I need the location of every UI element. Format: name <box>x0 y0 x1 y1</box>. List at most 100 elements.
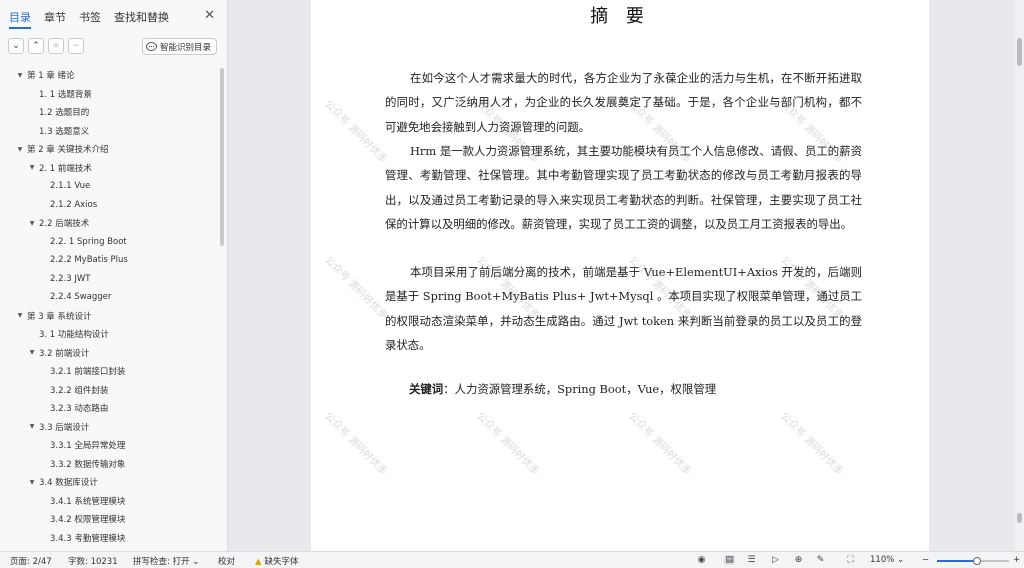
toc-item-label: 第 2 章 关键技术介绍 <box>27 145 109 156</box>
scrollbar-thumb[interactable] <box>1017 38 1022 66</box>
expand-all-button[interactable]: ⌃ <box>28 38 44 54</box>
toc-item[interactable]: ▼3.2.3 动态路由 <box>0 399 218 418</box>
smart-toc-button[interactable]: 智能识别目录 <box>141 38 217 55</box>
abstract-paragraph-2: Hrm 是一款人力资源管理系统，其主要功能模块有员工个人信息修改、请假、员工的薪… <box>385 144 862 231</box>
toc-item[interactable]: ▼3.2.1 前端接口封装 <box>0 362 218 381</box>
watermark-text: 公众号 源码好优多 <box>322 254 389 322</box>
word-count[interactable]: 字数: 10231 <box>68 555 118 567</box>
toc-item[interactable]: ▼2.2. 1 Spring Boot <box>0 233 218 252</box>
toc-item-label: 第 1 章 绪论 <box>27 71 75 82</box>
toc-item-label: 2.2. 1 Spring Boot <box>50 236 127 247</box>
watermark-text: 公众号 源码好优多 <box>778 410 845 478</box>
toc-item-label: 3.3.1 全局异常处理 <box>50 441 126 452</box>
toc-item-label: 1. 1 选题背景 <box>39 89 92 100</box>
page-view-icon[interactable]: ▤ <box>724 555 735 565</box>
toc-item[interactable]: ▼3.3.2 数据传输对象 <box>0 455 218 474</box>
watermark-text: 公众号 源码好优多 <box>322 410 389 478</box>
toc-item[interactable]: ▼ 第 1 章 绪论 <box>0 66 218 85</box>
web-view-icon[interactable]: ⊕ <box>793 555 804 565</box>
remove-heading-button[interactable]: − <box>68 38 84 54</box>
toc-item-label: 3.4 数据库设计 <box>39 478 98 489</box>
toc-list: ▼第 1 章 绪论▼1. 1 选题背景▼1.2 选题目的▼1.3 选题意义▼第 … <box>0 66 218 551</box>
document-scrollbar[interactable] <box>1015 0 1024 551</box>
toc-item[interactable]: ▼1. 1 选题背景 <box>0 85 218 104</box>
pen-icon[interactable]: ✎ <box>815 555 826 565</box>
toc-item[interactable]: ▼3.4.1 系统管理模块 <box>0 492 218 511</box>
watermark-text: 公众号 源码好优多 <box>322 98 389 166</box>
toc-item[interactable]: ▼2.1.1 Vue <box>0 177 218 196</box>
toc-item[interactable]: ▼3.3.1 全局异常处理 <box>0 436 218 455</box>
toc-item[interactable]: ▼ 3.2 前端设计 <box>0 344 218 363</box>
toc-item[interactable]: ▼ 第 3 章 系统设计 <box>0 307 218 326</box>
caret-down-icon[interactable]: ▼ <box>16 312 24 319</box>
toc-item-label: 2.2 后端技术 <box>39 219 90 230</box>
watermark-text: 公众号 源码好优多 <box>474 410 541 478</box>
caret-down-icon[interactable]: ▼ <box>16 72 24 79</box>
toc-item[interactable]: ▼ 2.2 后端技术 <box>0 214 218 233</box>
toc-item-label: 2. 1 前端技术 <box>39 163 92 174</box>
keywords-line: 关键词：人力资源管理系统，Spring Boot，Vue，权限管理 <box>409 377 716 401</box>
toc-item[interactable]: ▼ 2. 1 前端技术 <box>0 159 218 178</box>
toc-item[interactable]: ▼2.2.2 MyBatis Plus <box>0 251 218 270</box>
toc-item[interactable]: ▼1.3 选题意义 <box>0 122 218 141</box>
zoom-slider[interactable] <box>937 557 1009 565</box>
toc-item[interactable]: ▼2.2.4 Swagger <box>0 288 218 307</box>
caret-down-icon[interactable]: ▼ <box>28 479 36 486</box>
toc-item[interactable]: ▼3.4.2 权限管理模块 <box>0 510 218 529</box>
fit-page-icon[interactable]: ⛶ <box>845 555 856 565</box>
toc-item-label: 3.2.3 动态路由 <box>50 404 109 415</box>
toc-item-label: 2.2.2 MyBatis Plus <box>50 255 128 266</box>
outline-view-icon[interactable]: ☰ <box>746 555 757 565</box>
toc-item-label: 3.2 前端设计 <box>39 348 90 359</box>
missing-font-button[interactable]: ▲ 缺失字体 <box>255 555 299 567</box>
toc-item-label: 3.3 后端设计 <box>39 422 90 433</box>
caret-down-icon[interactable]: ▼ <box>16 146 24 153</box>
toc-toolbar: ⌄ ⌃ + − 智能识别目录 <box>0 32 227 60</box>
toc-item[interactable]: ▼ 3.4 数据库设计 <box>0 473 218 492</box>
toc-item-label: 1.3 选题意义 <box>39 126 90 137</box>
page-title: 摘 要 <box>590 6 650 27</box>
toc-item[interactable]: ▼3. 1 功能结构设计 <box>0 325 218 344</box>
toc-item[interactable]: ▼3.2.2 组件封装 <box>0 381 218 400</box>
caret-down-icon[interactable]: ▼ <box>28 220 36 227</box>
toc-item-label: 3.4.3 考勤管理模块 <box>50 533 126 544</box>
zoom-slider-thumb[interactable] <box>972 557 981 565</box>
caret-down-icon[interactable]: ▼ <box>28 423 36 430</box>
document-page[interactable]: 摘 要 在如今这个人才需求量大的时代，各方企业为了永葆企业的活力与生机，在不断开… <box>311 0 929 551</box>
toc-item-label: 3.4.1 系统管理模块 <box>50 496 126 507</box>
eye-icon[interactable]: ◉ <box>696 555 707 565</box>
zoom-in-button[interactable]: + <box>1013 555 1020 565</box>
zoom-level[interactable]: 110% ⌄ <box>870 555 904 565</box>
toc-item-label: 2.2.3 JWT <box>50 273 91 284</box>
toc-item[interactable]: ▼2.1.2 Axios <box>0 196 218 215</box>
abstract-paragraph-1: 在如今这个人才需求量大的时代，各方企业为了永葆企业的活力与生机，在不断开拓进取的… <box>385 71 862 134</box>
toc-scrollbar[interactable] <box>220 68 224 246</box>
toc-item[interactable]: ▼3.4.3 考勤管理模块 <box>0 529 218 548</box>
toc-item-label: 3.2.1 前端接口封装 <box>50 367 126 378</box>
proofread-button[interactable]: 校对 <box>218 555 235 567</box>
tab-find-replace[interactable]: 查找和替换 <box>114 1 169 31</box>
toc-item[interactable]: ▼2.2.3 JWT <box>0 270 218 289</box>
zoom-out-button[interactable]: − <box>922 555 929 565</box>
page-indicator[interactable]: 页面: 2/47 <box>10 555 52 567</box>
nav-tabs: 目录 章节 书签 查找和替换 ✕ <box>0 0 227 32</box>
close-icon[interactable]: ✕ <box>204 9 215 22</box>
play-icon[interactable]: ▷ <box>770 555 781 565</box>
toc-item[interactable]: ▼1.2 选题目的 <box>0 103 218 122</box>
toc-item[interactable]: ▼ 3.3 后端设计 <box>0 418 218 437</box>
tab-toc[interactable]: 目录 <box>9 1 31 31</box>
spellcheck-toggle[interactable]: 拼写检查: 打开 ⌄ <box>133 555 199 567</box>
navigation-pane: 目录 章节 书签 查找和替换 ✕ ⌄ ⌃ + − 智能识别目录 ▼ 第 1 章 绪… <box>0 0 228 551</box>
toc-item[interactable]: ▼ 第 2 章 关键技术介绍 <box>0 140 218 159</box>
collapse-all-button[interactable]: ⌄ <box>8 38 24 54</box>
toc-item-label: 2.2.4 Swagger <box>50 292 112 303</box>
smart-toc-label: 智能识别目录 <box>159 42 211 53</box>
caret-down-icon[interactable]: ▼ <box>28 349 36 356</box>
status-bar: 页面: 2/47 字数: 10231 拼写检查: 打开 ⌄ 校对 ▲ 缺失字体 ◉… <box>0 551 1024 568</box>
toc-item-label: 2.1.2 Axios <box>50 199 98 210</box>
zoom-slider-fill <box>937 560 977 562</box>
tab-bookmarks[interactable]: 书签 <box>79 1 101 31</box>
caret-down-icon[interactable]: ▼ <box>28 164 36 171</box>
add-heading-button[interactable]: + <box>48 38 64 54</box>
tab-chapters[interactable]: 章节 <box>44 1 66 31</box>
